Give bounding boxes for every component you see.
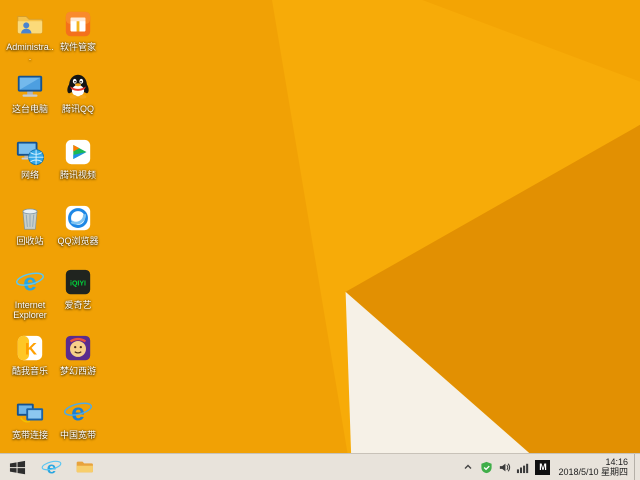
iqiyi-icon: iQIYI xyxy=(63,267,93,297)
desktop-icon-broadband[interactable]: 宽带连接 xyxy=(6,396,54,440)
blue-e-icon: e xyxy=(63,397,93,427)
chevron-up-icon xyxy=(463,462,473,472)
start-button[interactable] xyxy=(0,454,34,480)
computer-icon xyxy=(15,71,45,101)
desktop-icon-network[interactable]: 网络 xyxy=(6,136,54,180)
icon-label: Administra... xyxy=(6,42,54,62)
icon-label: 回收站 xyxy=(6,236,54,246)
desktop[interactable]: Administra... 这台电脑 网络 xyxy=(0,0,640,480)
qq-penguin-icon xyxy=(63,71,93,101)
icon-label: 宽带连接 xyxy=(6,430,54,440)
game-icon xyxy=(63,333,93,363)
software-manager-icon xyxy=(63,9,93,39)
desktop-icon-kuwo-music[interactable]: K 酷我音乐 xyxy=(6,332,54,376)
speaker-icon xyxy=(498,461,511,474)
icon-label: 腾讯QQ xyxy=(54,104,102,114)
taskbar-ie-button[interactable]: e xyxy=(34,454,68,480)
icon-label: Internet Explorer xyxy=(6,300,54,320)
taskbar-file-explorer-button[interactable] xyxy=(68,454,102,480)
clock-date: 2018/5/10 星期四 xyxy=(558,467,628,477)
svg-text:K: K xyxy=(25,340,38,359)
show-desktop-button[interactable] xyxy=(634,454,640,480)
desktop-icon-administrator[interactable]: Administra... xyxy=(6,8,54,62)
volume-tray-icon[interactable] xyxy=(495,454,513,480)
windows-logo-icon xyxy=(9,459,26,476)
desktop-icon-iqiyi[interactable]: iQIYI 爱奇艺 xyxy=(54,266,102,310)
qq-browser-icon xyxy=(63,203,93,233)
icon-label: 梦幻西游 xyxy=(54,366,102,376)
desktop-icon-software-manager[interactable]: 软件管家 xyxy=(54,8,102,52)
desktop-icon-this-pc[interactable]: 这台电脑 xyxy=(6,70,54,114)
network-tray-icon[interactable] xyxy=(513,454,531,480)
recycle-bin-icon xyxy=(15,203,45,233)
svg-text:iQIYI: iQIYI xyxy=(70,280,86,287)
icon-label: 中国宽带 xyxy=(54,430,102,440)
signal-bars-icon xyxy=(516,461,529,474)
icon-label: 网络 xyxy=(6,170,54,180)
icon-label: 软件管家 xyxy=(54,42,102,52)
tencent-video-icon xyxy=(63,137,93,167)
shield-icon xyxy=(480,461,493,474)
icon-label: QQ浏览器 xyxy=(54,236,102,246)
desktop-icon-china-broadband[interactable]: e 中国宽带 xyxy=(54,396,102,440)
ie-icon: e xyxy=(15,267,45,297)
desktop-icon-menghuan-xiyou[interactable]: 梦幻西游 xyxy=(54,332,102,376)
taskbar: e xyxy=(0,453,640,480)
security-tray-icon[interactable] xyxy=(477,454,495,480)
clock-time: 14:16 xyxy=(558,457,628,467)
icon-label: 腾讯视频 xyxy=(54,170,102,180)
ie-icon: e xyxy=(41,457,62,478)
input-method-indicator[interactable]: M xyxy=(535,460,550,475)
kuwo-music-icon: K xyxy=(15,333,45,363)
desktop-icon-qq-browser[interactable]: QQ浏览器 xyxy=(54,202,102,246)
broadband-icon xyxy=(15,397,45,427)
desktop-icon-tencent-video[interactable]: 腾讯视频 xyxy=(54,136,102,180)
icon-label: 爱奇艺 xyxy=(54,300,102,310)
folder-icon xyxy=(75,457,95,477)
desktop-icon-internet-explorer[interactable]: e Internet Explorer xyxy=(6,266,54,320)
desktop-icon-recycle-bin[interactable]: 回收站 xyxy=(6,202,54,246)
hidden-icons-button[interactable] xyxy=(459,454,477,480)
system-tray: M 14:16 2018/5/10 星期四 xyxy=(459,454,640,480)
desktop-icon-tencent-qq[interactable]: 腾讯QQ xyxy=(54,70,102,114)
taskbar-clock[interactable]: 14:16 2018/5/10 星期四 xyxy=(554,457,634,477)
user-folder-icon xyxy=(15,9,45,39)
network-icon xyxy=(15,137,45,167)
icon-label: 酷我音乐 xyxy=(6,366,54,376)
icon-label: 这台电脑 xyxy=(6,104,54,114)
